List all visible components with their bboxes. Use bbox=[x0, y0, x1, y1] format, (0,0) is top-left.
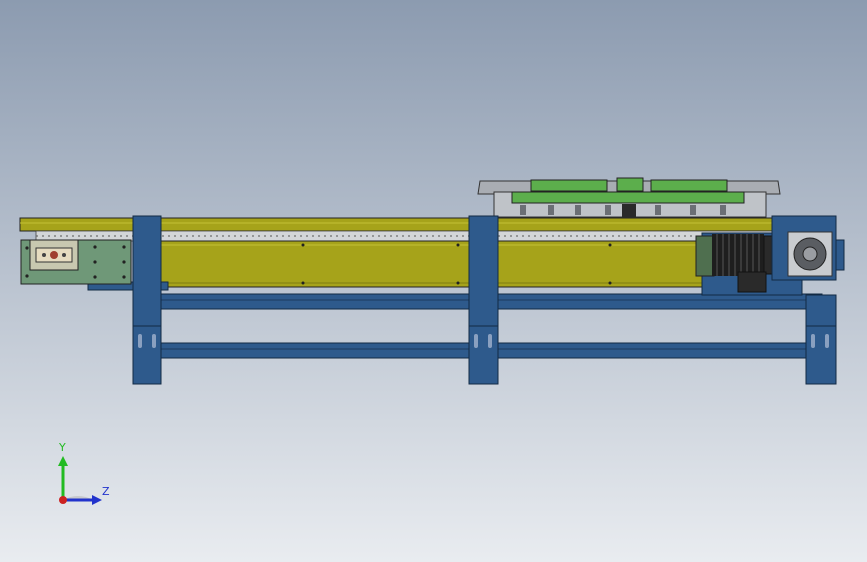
conveyor-model[interactable] bbox=[0, 0, 867, 562]
cad-viewport[interactable]: Y Z bbox=[0, 0, 867, 562]
x-axis-dot bbox=[59, 496, 67, 504]
orientation-triad: Y Z bbox=[48, 438, 118, 518]
y-axis-label: Y bbox=[59, 441, 66, 454]
conveyor-body bbox=[87, 240, 711, 291]
workpiece-fixture bbox=[477, 177, 781, 218]
left-end-plate bbox=[20, 239, 132, 285]
z-axis-label: Z bbox=[102, 485, 110, 498]
right-gearbox bbox=[771, 215, 845, 281]
